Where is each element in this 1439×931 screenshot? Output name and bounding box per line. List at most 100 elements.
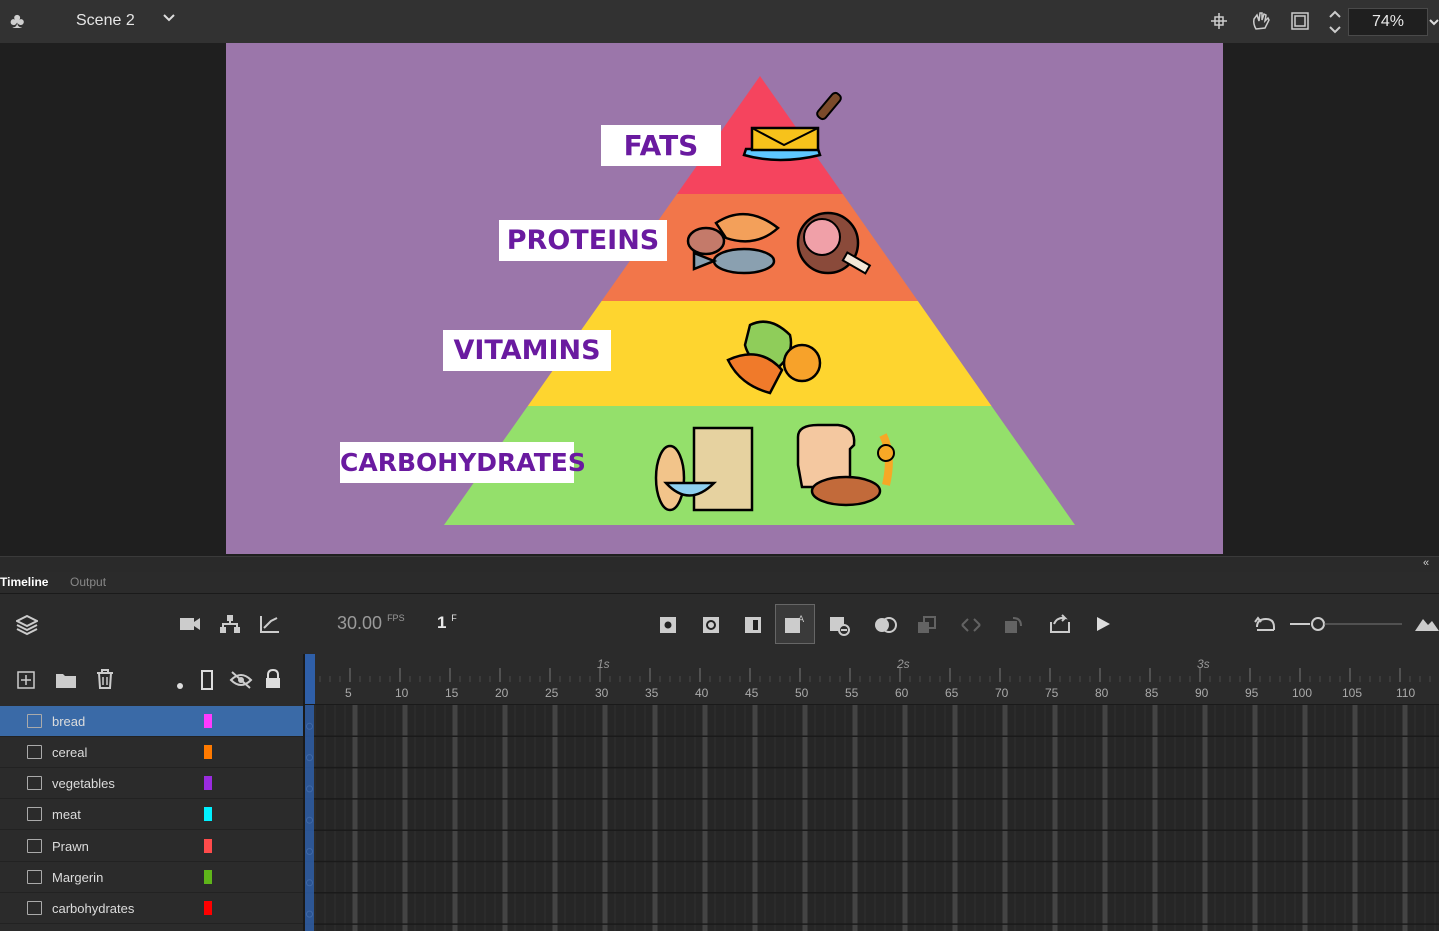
layer-color-swatch[interactable] (204, 714, 212, 728)
ruler-tick-label: 70 (995, 686, 1009, 700)
graph-icon[interactable] (259, 614, 281, 639)
zoom-stepper-icon[interactable] (1327, 8, 1343, 41)
tab-output[interactable]: Output (70, 575, 106, 589)
layer-icon (27, 807, 42, 821)
playhead[interactable] (305, 654, 315, 704)
label-fats[interactable]: FATS (601, 125, 721, 166)
fps-value: 30.00 (337, 613, 383, 633)
ruler-tick-label: 50 (795, 686, 809, 700)
layer-icon (27, 839, 42, 853)
timeline-toolbar: 30.00 FPS 1 F A (0, 594, 1439, 654)
layer-row-cereal[interactable]: cereal (0, 737, 303, 768)
stage-canvas[interactable]: FATS PROTEINS VITAMINS CARBOHYDRATES (226, 43, 1223, 554)
document-toolbar: ♣ Scene 2 74% (0, 0, 1439, 44)
clip-content-icon[interactable] (1290, 11, 1310, 36)
second-marker: 3s (1197, 657, 1210, 671)
layer-row-bread[interactable]: bread (0, 706, 303, 737)
frame-cells (305, 705, 1439, 931)
layer-name[interactable]: bread (52, 714, 85, 729)
layer-color-swatch[interactable] (204, 870, 212, 884)
ruler-tick-label: 80 (1095, 686, 1109, 700)
ruler-tick-label: 65 (945, 686, 959, 700)
layer-row-carbohydrates[interactable]: carbohydrates (0, 893, 303, 924)
new-folder-icon[interactable] (55, 671, 77, 694)
ruler-tick-label: 105 (1342, 686, 1363, 700)
layer-row-margerin[interactable]: Margerin (0, 862, 303, 893)
frame-zoom-slider[interactable] (1290, 616, 1405, 637)
ruler-tick-label: 75 (1045, 686, 1059, 700)
frames-grid[interactable] (305, 705, 1439, 931)
second-marker: 1s (597, 657, 610, 671)
ruler-tick-label: 60 (895, 686, 909, 700)
ruler-tick-label: 20 (495, 686, 509, 700)
scene-name[interactable]: Scene 2 (76, 12, 135, 30)
loop-export-icon[interactable] (1049, 614, 1071, 639)
onion-skin-icon[interactable] (874, 616, 898, 639)
insert-frame-icon[interactable] (744, 616, 762, 639)
ruler-tick-label: 55 (845, 686, 859, 700)
panel-tabs: Timeline Output (0, 572, 1439, 594)
layer-name[interactable]: carbohydrates (52, 901, 134, 916)
layer-color-swatch[interactable] (204, 745, 212, 759)
trash-icon[interactable] (96, 669, 114, 694)
ruler-tick-label: 5 (345, 686, 352, 700)
center-stage-icon[interactable] (1209, 11, 1229, 36)
chevron-down-icon[interactable] (162, 11, 176, 30)
lock-icon[interactable] (264, 668, 282, 694)
layer-color-swatch[interactable] (204, 776, 212, 790)
layer-color-swatch[interactable] (204, 807, 212, 821)
motion-tween-icon (1003, 616, 1023, 639)
ruler-tick-label: 35 (645, 686, 659, 700)
current-frame-display[interactable]: 1 F (437, 613, 457, 633)
layer-name[interactable]: Margerin (52, 870, 103, 885)
layer-name[interactable]: vegetables (52, 776, 115, 791)
tab-timeline[interactable]: Timeline (0, 575, 48, 589)
ruler-tick-label: 95 (1245, 686, 1259, 700)
label-proteins[interactable]: PROTEINS (499, 220, 667, 261)
ruler-tick-label: 90 (1195, 686, 1209, 700)
layer-row-meat[interactable]: meat (0, 799, 303, 830)
insert-blank-keyframe-icon[interactable] (702, 616, 720, 639)
layers-icon[interactable] (14, 614, 40, 641)
label-vitamins[interactable]: VITAMINS (443, 330, 611, 371)
collapse-panel-icon[interactable]: « (1423, 557, 1429, 569)
ruler-tick-label: 10 (395, 686, 409, 700)
parenting-icon[interactable] (219, 614, 241, 639)
zoom-dropdown-icon[interactable] (1429, 14, 1439, 32)
delete-keyframe-icon[interactable] (829, 616, 851, 641)
scene-clubs-icon[interactable]: ♣ (10, 8, 24, 34)
layer-color-swatch[interactable] (204, 839, 212, 853)
auto-keyframe-icon[interactable]: A (775, 604, 815, 644)
undo-icon[interactable] (1254, 615, 1276, 638)
ruler-tick-label: 85 (1145, 686, 1159, 700)
ruler-tick-label: 40 (695, 686, 709, 700)
ruler-tick-label: 100 (1292, 686, 1313, 700)
layer-icon (27, 870, 42, 884)
layer-name[interactable]: meat (52, 807, 81, 822)
zoom-field[interactable]: 74% (1348, 8, 1428, 36)
edit-multiple-frames-icon (917, 616, 937, 639)
layer-icon (27, 901, 42, 915)
rotate-hand-icon[interactable] (1249, 9, 1273, 38)
label-carbohydrates[interactable]: CARBOHYDRATES (340, 442, 586, 483)
play-icon[interactable] (1094, 615, 1112, 638)
frame-unit: F (451, 613, 457, 623)
layer-icon (27, 714, 42, 728)
outline-toggle-icon[interactable] (201, 670, 213, 695)
svg-text:A: A (798, 615, 805, 625)
highlight-dot-icon[interactable] (176, 677, 184, 695)
layer-name[interactable]: Prawn (52, 839, 89, 854)
layer-name[interactable]: cereal (52, 745, 87, 760)
frame-ruler[interactable]: 1s 2s 3s 5 10 15 20 25 30 35 40 45 50 55… (305, 654, 1439, 705)
visibility-hidden-icon[interactable] (229, 670, 253, 695)
layer-row-vegetables[interactable]: vegetables (0, 768, 303, 799)
insert-keyframe-icon[interactable] (659, 616, 677, 639)
second-marker: 2s (897, 657, 910, 671)
layer-row-prawn[interactable]: Prawn (0, 831, 303, 862)
fps-display[interactable]: 30.00 FPS (337, 613, 405, 634)
layer-color-swatch[interactable] (204, 901, 212, 915)
mountain-zoom-icon[interactable] (1415, 616, 1439, 637)
camera-icon[interactable] (179, 616, 201, 637)
layer-panel: bread cereal vegetables meat Prawn Marge… (0, 654, 305, 931)
new-layer-icon[interactable] (17, 671, 35, 694)
